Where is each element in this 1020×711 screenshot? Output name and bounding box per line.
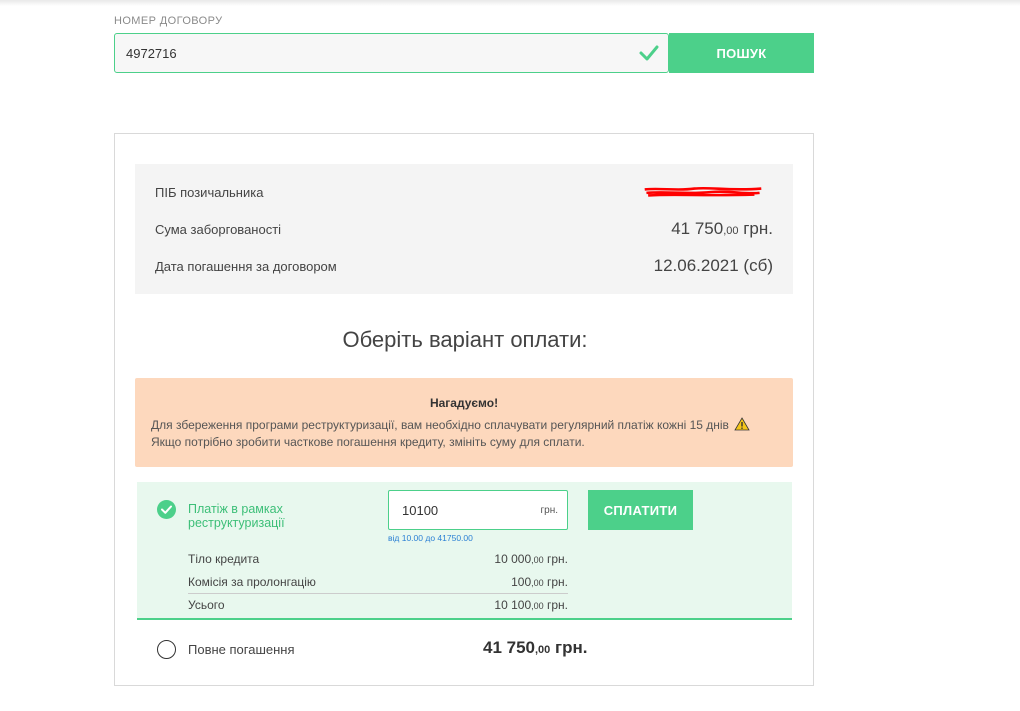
due-date-label: Дата погашення за договором <box>155 258 337 274</box>
due-date-value: 12.06.2021 (сб) <box>653 256 773 275</box>
restructuring-radio[interactable] <box>157 500 176 519</box>
reminder-alert: Нагадуємо! Для збереження програми рестр… <box>135 378 793 467</box>
restructuring-option-label[interactable]: Платіж в рамках реструктуризації <box>188 502 338 530</box>
payment-choice-title: Оберіть варіант оплати: <box>342 327 588 352</box>
redacted-name-scribble <box>644 186 762 197</box>
payment-breakdown: Тіло кредита 10 000,00 грн. Комісія за п… <box>188 547 568 616</box>
payment-amount-currency: грн. <box>540 505 558 516</box>
amount-range-hint: від 10.00 до 41750.00 <box>388 533 473 543</box>
warning-icon <box>734 417 750 431</box>
contract-number-input[interactable]: 4972716 <box>114 33 669 73</box>
due-date-row: Дата погашення за договором 12.06.2021 (… <box>155 251 773 281</box>
full-repayment-radio[interactable] <box>157 640 176 659</box>
top-divider <box>0 0 1020 6</box>
loan-info-panel: ПІБ позичальника Сума заборгованості 41 … <box>135 164 793 294</box>
full-repayment-option: Повне погашення 41 750,00 грн. <box>137 630 792 670</box>
restructuring-payment-option: Платіж в рамках реструктуризації 10100 г… <box>137 482 792 620</box>
breakdown-row: Тіло кредита 10 000,00 грн. <box>188 551 568 566</box>
breakdown-row: Комісія за пролонгацію 100,00 грн. <box>188 574 568 589</box>
radio-check-icon <box>161 505 172 514</box>
borrower-row: ПІБ позичальника <box>155 177 773 207</box>
check-icon <box>639 45 659 61</box>
breakdown-total-row: Усього 10 100,00 грн. <box>188 593 568 616</box>
pay-button[interactable]: СПЛАТИТИ <box>588 490 693 530</box>
debt-row: Сума заборгованості 41 750,00 грн. <box>155 214 773 244</box>
contract-number-value: 4972716 <box>126 46 177 61</box>
borrower-label: ПІБ позичальника <box>155 184 264 200</box>
contract-number-label: НОМЕР ДОГОВОРУ <box>114 15 223 27</box>
debt-label: Сума заборгованості <box>155 221 282 237</box>
reminder-title: Нагадуємо! <box>429 396 499 410</box>
payment-amount-input[interactable]: 10100 грн. <box>388 490 568 530</box>
search-button[interactable]: ПОШУК <box>669 33 814 73</box>
payment-amount-value: 10100 <box>402 503 439 518</box>
full-repayment-amount: 41 750,00 грн. <box>483 638 588 657</box>
reminder-text: Для збереження програми реструктуризації… <box>151 417 777 451</box>
debt-amount: 41 750,00 грн. <box>671 219 773 238</box>
loan-card: ПІБ позичальника Сума заборгованості 41 … <box>114 133 814 686</box>
full-repayment-label[interactable]: Повне погашення <box>188 642 295 657</box>
